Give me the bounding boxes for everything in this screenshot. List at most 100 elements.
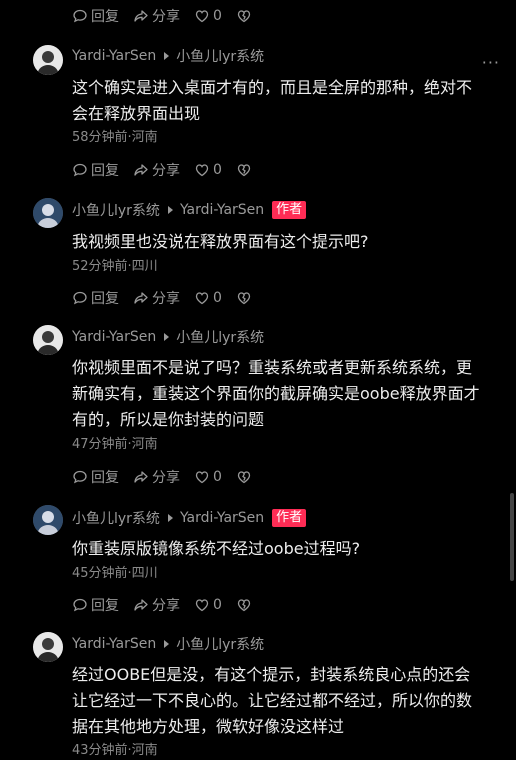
comment-line: 据在其他地方处理，微软好像没这样过	[72, 717, 345, 736]
comment-line: 让它经过一下不良心的。让它经过都不经过，所以你的数	[72, 691, 473, 710]
reply-label: 回复	[91, 163, 119, 179]
share-button[interactable]: 分享	[133, 595, 180, 615]
like-button[interactable]: 0	[194, 469, 222, 485]
username[interactable]: Yardi-YarSen	[72, 48, 156, 64]
dislike-button[interactable]	[236, 8, 252, 24]
share-button[interactable]: 分享	[133, 6, 180, 26]
reply-arrow-icon	[167, 206, 173, 214]
comment-meta: Yardi-YarSen 小鱼儿lyr系统	[72, 633, 264, 655]
comment-meta: Yardi-YarSen 小鱼儿lyr系统	[72, 45, 264, 67]
share-button[interactable]: 分享	[133, 160, 180, 180]
share-button[interactable]: 分享	[133, 288, 180, 308]
like-button[interactable]: 0	[194, 162, 222, 178]
like-button[interactable]: 0	[194, 597, 222, 613]
comment-meta: 小鱼儿lyr系统 Yardi-YarSen 作者	[72, 507, 307, 529]
reply-button[interactable]: 回复	[72, 595, 119, 615]
scrollbar[interactable]	[510, 493, 514, 581]
share-arrow-icon	[134, 164, 148, 176]
heart-icon	[195, 10, 209, 23]
avatar[interactable]	[33, 325, 63, 355]
broken-heart-icon	[237, 164, 251, 177]
comment-time: 52分钟前·四川	[72, 259, 158, 274]
comment-bubble-icon	[73, 470, 87, 484]
dislike-button[interactable]	[236, 597, 252, 613]
comment-time: 58分钟前·河南	[72, 130, 158, 145]
reply-to-username[interactable]: 小鱼儿lyr系统	[176, 46, 264, 66]
like-button[interactable]: 0	[194, 8, 222, 24]
reply-label: 回复	[91, 470, 119, 486]
avatar[interactable]	[33, 198, 63, 228]
comment-text: 这个确实是进入桌面才有的，而且是全屏的那种，绝对不 会在释放界面出现	[72, 75, 502, 127]
comment-text: 你视频里面不是说了吗？重装系统或者更新系统系统，更 新确实有，重装这个界面你的截…	[72, 355, 502, 433]
like-button[interactable]: 0	[194, 290, 222, 306]
share-button[interactable]: 分享	[133, 467, 180, 487]
reply-button[interactable]: 回复	[72, 467, 119, 487]
share-label: 分享	[152, 9, 180, 25]
more-options-button[interactable]: ···	[482, 53, 500, 72]
reply-label: 回复	[91, 598, 119, 614]
comment-text: 经过OOBE但是没，有这个提示，封装系统良心点的还会 让它经过一下不良心的。让它…	[72, 662, 502, 740]
heart-icon	[195, 292, 209, 305]
comment-line: 你重装原版镜像系统不经过oobe过程吗?	[72, 539, 361, 558]
comment-line: 新确实有，重装这个界面你的截屏确实是oobe释放界面才	[72, 384, 480, 403]
comment-time: 47分钟前·河南	[72, 437, 158, 452]
dislike-button[interactable]	[236, 290, 252, 306]
reply-to-username[interactable]: 小鱼儿lyr系统	[176, 327, 264, 347]
author-badge: 作者	[272, 201, 307, 219]
username[interactable]: 小鱼儿lyr系统	[72, 508, 160, 528]
broken-heart-icon	[237, 292, 251, 305]
comment-line: 这个确实是进入桌面才有的，而且是全屏的那种，绝对不	[72, 78, 473, 97]
share-arrow-icon	[134, 10, 148, 22]
comment-meta: 小鱼儿lyr系统 Yardi-YarSen 作者	[72, 199, 307, 221]
dislike-button[interactable]	[236, 469, 252, 485]
avatar[interactable]	[33, 505, 63, 535]
reply-arrow-icon	[167, 514, 173, 522]
comment-line: 我视频里也没说在释放界面有这个提示吧?	[72, 232, 369, 251]
like-count: 0	[213, 290, 222, 306]
reply-button[interactable]: 回复	[72, 160, 119, 180]
like-count: 0	[213, 8, 222, 24]
reply-label: 回复	[91, 291, 119, 307]
comment-time: 45分钟前·四川	[72, 566, 158, 581]
reply-to-username[interactable]: Yardi-YarSen	[180, 510, 264, 526]
username[interactable]: Yardi-YarSen	[72, 329, 156, 345]
username[interactable]: 小鱼儿lyr系统	[72, 200, 160, 220]
reply-arrow-icon	[164, 52, 170, 60]
share-arrow-icon	[134, 292, 148, 304]
share-arrow-icon	[134, 471, 148, 483]
share-arrow-icon	[134, 599, 148, 611]
comment-line: 经过OOBE但是没，有这个提示，封装系统良心点的还会	[72, 665, 471, 684]
reply-arrow-icon	[164, 640, 170, 648]
action-row: 回复 分享 0	[72, 467, 266, 487]
comment-bubble-icon	[73, 163, 87, 177]
reply-to-username[interactable]: Yardi-YarSen	[180, 202, 264, 218]
reply-to-username[interactable]: 小鱼儿lyr系统	[176, 634, 264, 654]
reply-button[interactable]: 回复	[72, 6, 119, 26]
share-label: 分享	[152, 163, 180, 179]
action-row: 回复 分享 0	[72, 595, 266, 615]
avatar[interactable]	[33, 45, 63, 75]
reply-label: 回复	[91, 9, 119, 25]
like-count: 0	[213, 469, 222, 485]
comment-line: 有的，所以是你封装的问题	[72, 410, 265, 429]
share-label: 分享	[152, 291, 180, 307]
share-label: 分享	[152, 470, 180, 486]
broken-heart-icon	[237, 471, 251, 484]
action-row: 回复 分享 0	[72, 160, 266, 180]
comment-bubble-icon	[73, 291, 87, 305]
heart-icon	[195, 164, 209, 177]
heart-icon	[195, 471, 209, 484]
author-badge: 作者	[272, 509, 307, 527]
action-row: 回复 分享 0	[72, 6, 266, 26]
username[interactable]: Yardi-YarSen	[72, 636, 156, 652]
dislike-button[interactable]	[236, 162, 252, 178]
comment-text: 我视频里也没说在释放界面有这个提示吧?	[72, 229, 502, 255]
comment-bubble-icon	[73, 9, 87, 23]
action-row: 回复 分享 0	[72, 288, 266, 308]
like-count: 0	[213, 597, 222, 613]
comment-text: 你重装原版镜像系统不经过oobe过程吗?	[72, 536, 502, 562]
reply-button[interactable]: 回复	[72, 288, 119, 308]
heart-icon	[195, 599, 209, 612]
avatar[interactable]	[33, 632, 63, 662]
like-count: 0	[213, 162, 222, 178]
